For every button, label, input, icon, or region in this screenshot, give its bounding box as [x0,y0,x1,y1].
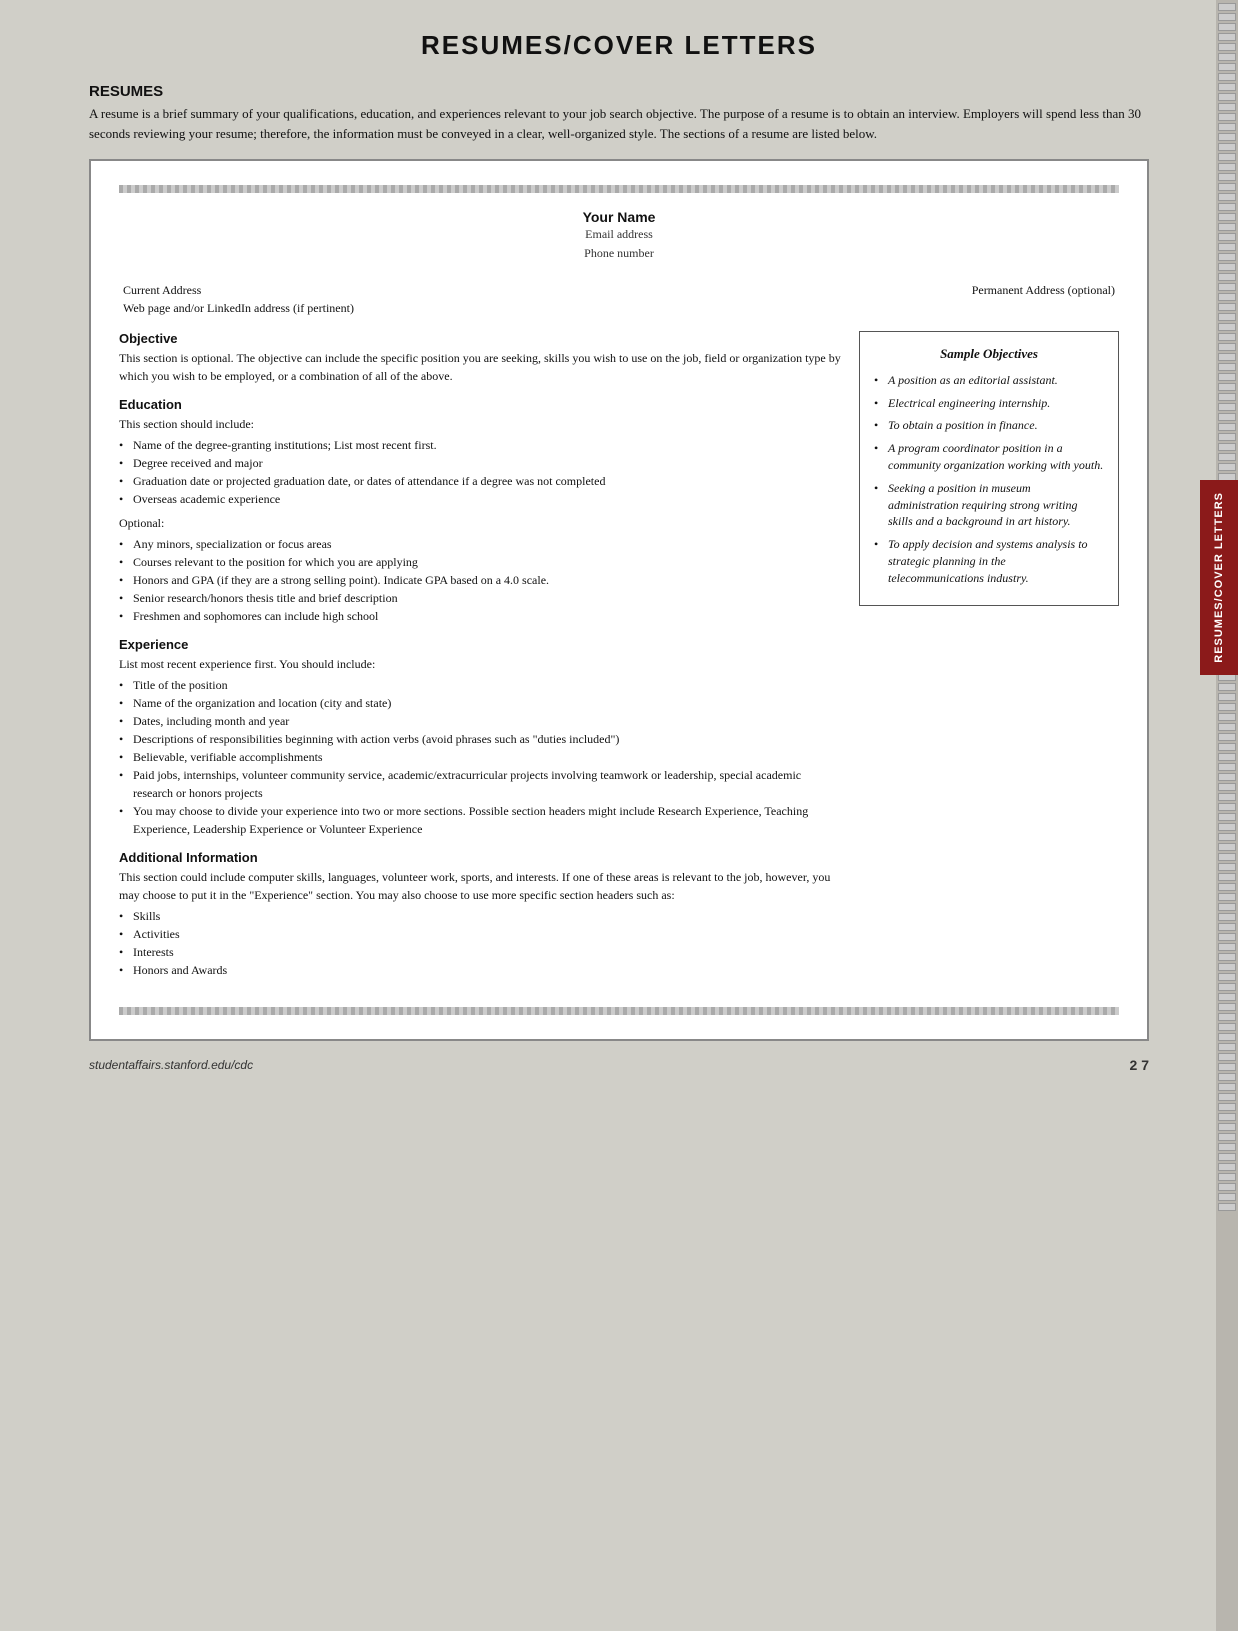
experience-section: Experience List most recent experience f… [119,637,841,838]
resume-phone: Phone number [119,244,1119,263]
objective-item: A position as an editorial assistant. [874,372,1104,389]
objective-title: Objective [119,331,841,346]
current-address: Current Address Web page and/or LinkedIn… [123,281,354,317]
top-border-decoration [119,185,1119,193]
experience-list: Title of the position Name of the organi… [119,676,841,838]
address-row: Current Address Web page and/or LinkedIn… [119,281,1119,317]
education-optional-list: Any minors, specialization or focus area… [119,535,841,625]
list-item: Believable, verifiable accomplishments [119,748,841,766]
resume-email: Email address [119,225,1119,244]
optional-label: Optional: [119,514,841,532]
list-item: Overseas academic experience [119,490,841,508]
current-address-line1: Current Address [123,281,354,299]
additional-list: Skills Activities Interests Honors and A… [119,907,841,979]
list-item: Paid jobs, internships, volunteer commun… [119,766,841,802]
main-content: RESUMES/COVER LETTERS RESUMES A resume i… [89,30,1149,1073]
list-item: Dates, including month and year [119,712,841,730]
page-footer: studentaffairs.stanford.edu/cdc 2 7 [89,1057,1149,1073]
list-item: Name of the degree-granting institutions… [119,436,841,454]
experience-title: Experience [119,637,841,652]
footer-page: 2 7 [1130,1057,1149,1073]
education-section: Education This section should include: N… [119,397,841,625]
objective-item: A program coordinator position in a comm… [874,440,1104,474]
two-col-layout: Objective This section is optional. The … [119,331,1119,991]
intro-text: A resume is a brief summary of your qual… [89,104,1149,143]
list-item: Any minors, specialization or focus area… [119,535,841,553]
objectives-box: Sample Objectives A position as an edito… [859,331,1119,605]
list-item: Descriptions of responsibilities beginni… [119,730,841,748]
objective-section: Objective This section is optional. The … [119,331,841,385]
permanent-address: Permanent Address (optional) [972,281,1115,317]
page-wrapper: RESUMES/COVER LETTERS RESUMES/COVER LETT… [0,0,1238,1631]
page-title: RESUMES/COVER LETTERS [89,30,1149,61]
right-scrollbar [1216,0,1238,1631]
resume-box: Your Name Email address Phone number Cur… [89,159,1149,1041]
objective-item: To obtain a position in finance. [874,417,1104,434]
list-item: Senior research/honors thesis title and … [119,589,841,607]
list-item: Degree received and major [119,454,841,472]
education-intro: This section should include: [119,415,841,433]
additional-title: Additional Information [119,850,841,865]
resume-name: Your Name [119,209,1119,225]
current-address-line2: Web page and/or LinkedIn address (if per… [123,299,354,317]
side-tab-label: RESUMES/COVER LETTERS [1213,492,1225,663]
objectives-list: A position as an editorial assistant. El… [874,372,1104,587]
list-item: Title of the position [119,676,841,694]
list-item: Activities [119,925,841,943]
list-item: Honors and GPA (if they are a strong sel… [119,571,841,589]
objective-item: Seeking a position in museum administrat… [874,480,1104,530]
footer-url: studentaffairs.stanford.edu/cdc [89,1058,253,1072]
list-item: Freshmen and sophomores can include high… [119,607,841,625]
objective-item: To apply decision and systems analysis t… [874,536,1104,586]
list-item: Skills [119,907,841,925]
resumes-heading: RESUMES [89,83,1149,100]
list-item: Name of the organization and location (c… [119,694,841,712]
list-item: Courses relevant to the position for whi… [119,553,841,571]
side-tab: RESUMES/COVER LETTERS [1200,480,1238,675]
list-item: You may choose to divide your experience… [119,802,841,838]
left-column: Objective This section is optional. The … [119,331,841,991]
additional-text: This section could include computer skil… [119,868,841,904]
objective-text: This section is optional. The objective … [119,349,841,385]
bottom-border-decoration [119,1007,1119,1015]
experience-intro: List most recent experience first. You s… [119,655,841,673]
list-item: Graduation date or projected graduation … [119,472,841,490]
list-item: Honors and Awards [119,961,841,979]
objectives-title: Sample Objectives [874,344,1104,364]
right-column: Sample Objectives A position as an edito… [859,331,1119,605]
intro-section: RESUMES A resume is a brief summary of y… [89,83,1149,143]
list-item: Interests [119,943,841,961]
objective-item: Electrical engineering internship. [874,395,1104,412]
education-list: Name of the degree-granting institutions… [119,436,841,508]
education-title: Education [119,397,841,412]
additional-section: Additional Information This section coul… [119,850,841,979]
resume-header: Your Name Email address Phone number [119,209,1119,263]
